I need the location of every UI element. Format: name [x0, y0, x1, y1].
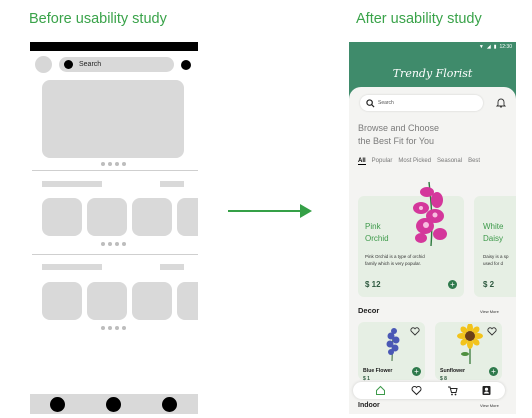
wire-nav-button[interactable]	[162, 397, 177, 412]
wire-card[interactable]	[177, 282, 198, 320]
heart-icon[interactable]	[410, 327, 420, 336]
tab-all[interactable]: All	[358, 158, 366, 165]
sunflower-image	[457, 324, 483, 364]
decor-card[interactable]: Blue Flower $ 1 +	[358, 322, 425, 382]
arrow-right-icon	[300, 204, 312, 218]
search-icon	[366, 98, 375, 108]
product-price: $ 12	[365, 280, 381, 289]
product-description-line: Daisy is a sp	[483, 254, 509, 259]
add-to-cart-button[interactable]: +	[448, 280, 457, 289]
wire-pager-dots-1	[101, 162, 126, 166]
wire-divider	[32, 254, 198, 255]
decor-item-name: Blue Flower	[363, 368, 393, 374]
search-placeholder: Search	[378, 100, 394, 106]
headline-line: Browse and Choose	[358, 123, 440, 133]
page-headline: Browse and Choose the Best Fit for You	[358, 122, 468, 148]
wire-card[interactable]	[177, 198, 198, 236]
bottom-nav	[353, 382, 505, 399]
tab-popular[interactable]: Popular	[372, 158, 393, 165]
product-description: Pink Orchid is a type of orchid family w…	[365, 253, 425, 267]
tab-best[interactable]: Best	[468, 158, 480, 165]
section-title-decor: Decor	[358, 306, 380, 315]
wire-avatar[interactable]	[35, 56, 52, 73]
home-icon[interactable]	[375, 385, 386, 396]
wire-card[interactable]	[132, 282, 172, 320]
product-name: White Daisy	[483, 221, 503, 245]
wire-search-label: Search	[79, 61, 102, 68]
signal-icon: ◢	[486, 44, 491, 50]
wire-card[interactable]	[42, 198, 82, 236]
product-description-line: family which is very popular.	[365, 261, 422, 266]
product-name: Pink Orchid	[365, 221, 389, 245]
product-name-line: White	[483, 222, 504, 231]
product-description: Daisy is a sp used for d	[483, 253, 509, 267]
wire-card[interactable]	[87, 198, 127, 236]
tab-seasonal[interactable]: Seasonal	[437, 158, 462, 165]
product-card[interactable]: White Daisy Daisy is a sp used for d $ 2	[474, 196, 516, 297]
before-study-label: Before usability study	[29, 11, 167, 27]
product-price: $ 2	[483, 280, 495, 289]
wire-profile-icon[interactable]	[181, 60, 191, 70]
wire-banner[interactable]	[42, 80, 184, 158]
wire-pager-dots-3	[101, 326, 126, 330]
view-more-link[interactable]: View More	[480, 403, 499, 408]
arrow-line	[228, 210, 304, 212]
product-description-line: Pink Orchid is a type of orchid	[365, 254, 425, 259]
pink-orchid-image	[413, 181, 447, 247]
wire-section-title-2	[42, 264, 102, 270]
heart-icon[interactable]	[411, 385, 422, 396]
heart-icon[interactable]	[487, 327, 497, 336]
wire-nav-button[interactable]	[50, 397, 65, 412]
after-study-label: After usability study	[356, 11, 482, 27]
add-to-cart-button[interactable]: +	[412, 367, 421, 376]
search-input[interactable]: Search	[360, 95, 483, 111]
bell-icon[interactable]	[496, 97, 506, 108]
wire-section-title-1	[42, 181, 102, 187]
decor-item-name: Sunflower	[440, 368, 466, 374]
wire-card[interactable]	[42, 282, 82, 320]
product-name-line: Orchid	[365, 234, 389, 243]
wire-search-icon	[64, 60, 73, 69]
view-more-link[interactable]: View More	[480, 309, 499, 314]
wire-search-bar[interactable]: Search	[59, 57, 174, 72]
wire-divider	[32, 170, 198, 171]
category-tabs: All Popular Most Picked Seasonal Best	[358, 158, 480, 165]
product-description-line: used for d	[483, 261, 504, 266]
status-time: 12:30	[499, 44, 512, 50]
section-title-indoor: Indoor	[358, 402, 380, 409]
wire-card[interactable]	[87, 282, 127, 320]
status-bar: ▼ ◢ ▮ 12:30	[479, 44, 512, 50]
wire-card[interactable]	[132, 198, 172, 236]
wire-section-link-1[interactable]	[160, 181, 184, 187]
wire-section-link-2[interactable]	[160, 264, 184, 270]
profile-icon[interactable]	[481, 385, 492, 396]
product-name-line: Pink	[365, 222, 381, 231]
wire-status-bar	[30, 42, 198, 51]
cart-icon[interactable]	[447, 385, 458, 396]
wire-pager-dots-2	[101, 242, 126, 246]
wifi-icon: ▼	[478, 44, 484, 50]
add-to-cart-button[interactable]: +	[489, 367, 498, 376]
blue-flower-image	[386, 328, 400, 362]
wire-nav-button[interactable]	[106, 397, 121, 412]
mockup-after: ▼ ◢ ▮ 12:30 Trendy Florist Search Browse…	[349, 42, 516, 414]
product-name-line: Daisy	[483, 234, 504, 243]
brand-title: Trendy Florist	[392, 67, 473, 80]
tab-most-picked[interactable]: Most Picked	[398, 158, 431, 165]
headline-line: the Best Fit for You	[358, 136, 435, 146]
decor-card[interactable]: Sunflower $ 8 +	[435, 322, 502, 382]
battery-icon: ▮	[493, 44, 497, 50]
wireframe-before: Search	[30, 42, 198, 414]
